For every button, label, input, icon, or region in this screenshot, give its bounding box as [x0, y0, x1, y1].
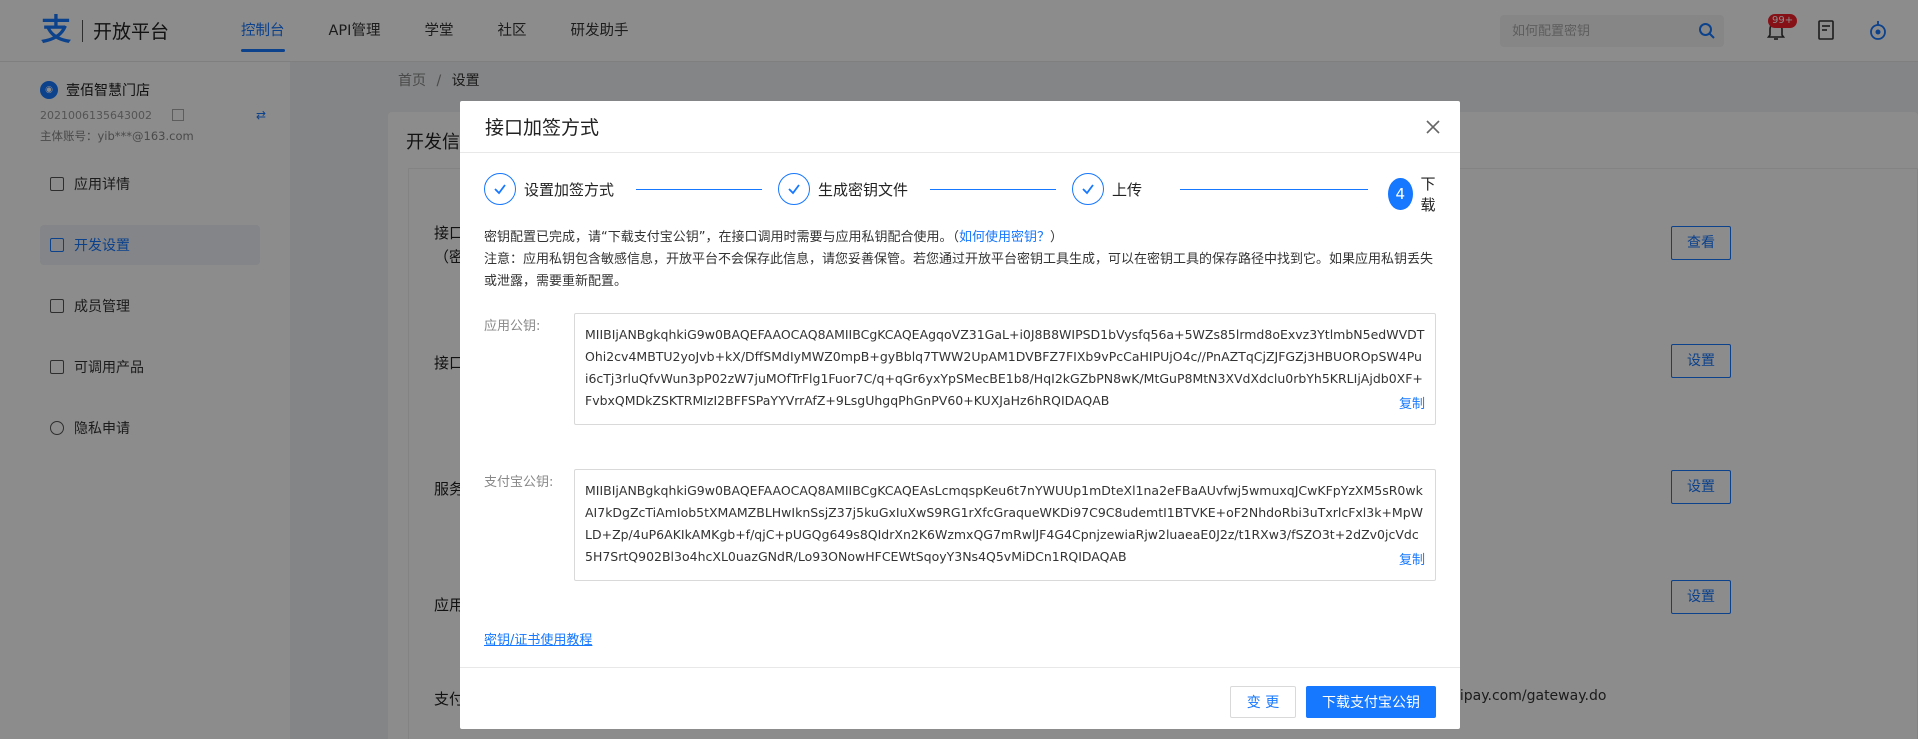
notice-text: 密钥配置已完成，请“下载支付宝公钥”，在接口调用时需要与应用私钥配合使用。（如何… [484, 227, 1436, 293]
step-connector [636, 189, 762, 190]
notice-line-2: 注意：应用私钥包含敏感信息，开放平台不会保存此信息，请您妥善保管。若您通过开放平… [484, 252, 1434, 289]
app-public-key: MIIBIjANBgkqhkiG9w0BAQEFAAOCAQ8AMIIBCgKC… [585, 327, 1425, 408]
alipay-public-key-box: MIIBIjANBgkqhkiG9w0BAQEFAAOCAQ8AMIIBCgKC… [574, 469, 1436, 581]
close-icon[interactable] [1424, 118, 1442, 136]
step-2: 生成密钥文件 [778, 173, 908, 205]
step-3: 上传 [1072, 173, 1142, 205]
app-public-key-box: MIIBIjANBgkqhkiG9w0BAQEFAAOCAQ8AMIIBCgKC… [574, 313, 1436, 425]
step-label: 生成密钥文件 [818, 180, 909, 199]
step-label: 上传 [1112, 180, 1143, 199]
copy-app-key-button[interactable]: 复制 [1399, 394, 1425, 416]
notice-paren: ） [1050, 230, 1064, 245]
check-icon [1072, 173, 1104, 205]
tutorial-link[interactable]: 密钥/证书使用教程 [484, 629, 592, 648]
modal-header: 接口加签方式 [460, 101, 1460, 153]
app-public-key-label: 应用公钥: [484, 319, 541, 334]
how-to-use-key-link[interactable]: 如何使用密钥？ [959, 230, 1050, 245]
steps: 设置加签方式 生成密钥文件 上传 4 下载 [484, 173, 1436, 214]
change-button[interactable]: 变 更 [1230, 686, 1296, 718]
alipay-public-key: MIIBIjANBgkqhkiG9w0BAQEFAAOCAQ8AMIIBCgKC… [585, 483, 1424, 564]
step-4: 4 下载 [1388, 173, 1443, 215]
alipay-public-key-label: 支付宝公钥: [484, 475, 554, 490]
notice-line-1: 密钥配置已完成，请“下载支付宝公钥”，在接口调用时需要与应用私钥配合使用。 [484, 230, 953, 245]
step-connector [930, 189, 1056, 190]
step-label: 设置加签方式 [524, 180, 615, 199]
modal-footer: 变 更 下载支付宝公钥 [460, 667, 1460, 729]
download-alipay-key-button[interactable]: 下载支付宝公钥 [1306, 686, 1436, 718]
sign-method-modal: 接口加签方式 设置加签方式 生成密钥文件 上传 4 下载 密钥配置已完成，请“下… [460, 101, 1460, 729]
check-icon [484, 173, 516, 205]
step-1: 设置加签方式 [484, 173, 614, 205]
modal-title: 接口加签方式 [485, 117, 600, 139]
step-connector [1180, 189, 1368, 190]
step-number: 4 [1388, 178, 1413, 210]
step-label: 下载 [1420, 175, 1436, 214]
check-icon [778, 173, 810, 205]
copy-alipay-key-button[interactable]: 复制 [1399, 550, 1425, 572]
